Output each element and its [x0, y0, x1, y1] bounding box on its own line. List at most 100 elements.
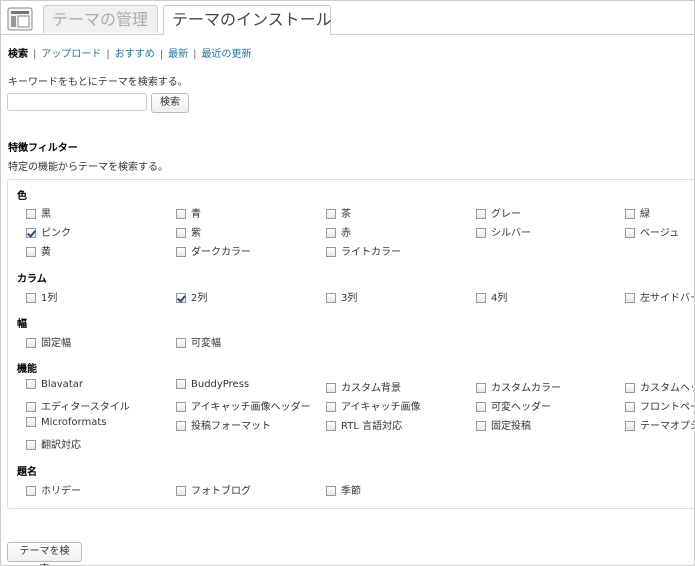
sub-navigation: 検索 | アップロード | おすすめ | 最新 | 最近の更新: [8, 49, 252, 60]
filter-option[interactable]: 黄: [26, 243, 51, 258]
checkbox[interactable]: [326, 383, 336, 393]
checkbox[interactable]: [476, 209, 486, 219]
checkbox[interactable]: [326, 293, 336, 303]
checkbox[interactable]: [176, 247, 186, 257]
filter-option[interactable]: 投稿フォーマット: [176, 417, 271, 432]
filter-option[interactable]: カスタム背景: [326, 379, 401, 394]
checkbox[interactable]: [26, 338, 36, 348]
group-title-columns: カラム: [17, 274, 47, 285]
group-title-color: 色: [17, 191, 27, 202]
filter-option[interactable]: 季節: [326, 482, 361, 497]
filter-option[interactable]: 3列: [326, 289, 357, 304]
filter-option[interactable]: アイキャッチ画像ヘッダー: [176, 398, 311, 413]
filter-option[interactable]: 茶: [326, 205, 351, 220]
filter-option[interactable]: Microformats: [26, 417, 107, 431]
search-hint: キーワードをもとにテーマを検索する。: [8, 77, 188, 88]
feature-filter-box: [7, 179, 694, 509]
filter-option[interactable]: グレー: [476, 205, 521, 220]
filter-option[interactable]: エディタースタイル: [26, 398, 130, 413]
checkbox[interactable]: [476, 402, 486, 412]
filter-option[interactable]: カスタムヘッダ: [625, 379, 694, 394]
checkbox[interactable]: [476, 293, 486, 303]
filter-option[interactable]: 紫: [176, 224, 201, 239]
checkbox[interactable]: [476, 383, 486, 393]
checkbox[interactable]: [176, 421, 186, 431]
checkbox[interactable]: [476, 421, 486, 431]
filter-option[interactable]: 可変幅: [176, 334, 221, 349]
filter-option[interactable]: カスタムカラー: [476, 379, 561, 394]
group-title-subject: 題名: [17, 467, 37, 478]
filter-option[interactable]: 青: [176, 205, 201, 220]
filter-option[interactable]: ベージュ: [625, 224, 679, 239]
checkbox[interactable]: [326, 209, 336, 219]
filter-option[interactable]: フロントページ: [625, 398, 694, 413]
find-themes-button[interactable]: テーマを検索: [7, 542, 82, 565]
checkbox[interactable]: [326, 228, 336, 238]
filter-option[interactable]: 左サイドバー: [625, 289, 694, 304]
checkbox[interactable]: [625, 228, 635, 238]
filter-option[interactable]: 可変ヘッダー: [476, 398, 551, 413]
checkbox[interactable]: [176, 209, 186, 219]
subnav-newest[interactable]: 最新: [168, 49, 188, 60]
checkbox[interactable]: [625, 209, 635, 219]
subnav-recently-updated[interactable]: 最近の更新: [202, 49, 252, 60]
filter-option[interactable]: ダークカラー: [176, 243, 251, 258]
feature-filter-title: 特徴フィルター: [8, 143, 78, 154]
filter-option[interactable]: 4列: [476, 289, 507, 304]
checkbox[interactable]: [625, 293, 635, 303]
filter-option[interactable]: ホリデー: [26, 482, 81, 497]
checkbox[interactable]: [326, 402, 336, 412]
group-title-width: 幅: [17, 319, 27, 330]
filter-option[interactable]: フォトブログ: [176, 482, 251, 497]
filter-option[interactable]: 1列: [26, 289, 57, 304]
filter-option[interactable]: ピンク: [26, 224, 71, 239]
checkbox[interactable]: [176, 486, 186, 496]
group-title-features: 機能: [17, 364, 37, 375]
filter-option[interactable]: シルバー: [476, 224, 531, 239]
checkbox[interactable]: [26, 402, 36, 412]
search-button[interactable]: 検索: [151, 93, 189, 113]
checkbox[interactable]: [476, 228, 486, 238]
checkbox[interactable]: [176, 379, 186, 389]
checkbox[interactable]: [326, 421, 336, 431]
tab-bar: テーマの管理 テーマのインストール: [1, 1, 694, 35]
checkbox[interactable]: [26, 379, 36, 389]
filter-option[interactable]: 緑: [625, 205, 650, 220]
filter-option[interactable]: 翻訳対応: [26, 436, 81, 451]
subnav-featured[interactable]: おすすめ: [115, 49, 155, 60]
checkbox[interactable]: [176, 338, 186, 348]
search-input[interactable]: [7, 93, 147, 111]
checkbox[interactable]: [176, 402, 186, 412]
checkbox[interactable]: [26, 417, 36, 427]
filter-option[interactable]: 赤: [326, 224, 351, 239]
checkbox[interactable]: [26, 440, 36, 450]
checkbox-checked[interactable]: [176, 293, 186, 303]
checkbox[interactable]: [26, 486, 36, 496]
filter-option[interactable]: 黒: [26, 205, 51, 220]
filter-option[interactable]: BuddyPress: [176, 379, 249, 393]
checkbox[interactable]: [26, 293, 36, 303]
checkbox[interactable]: [176, 228, 186, 238]
checkbox[interactable]: [625, 421, 635, 431]
subnav-search[interactable]: 検索: [8, 49, 28, 60]
filter-option[interactable]: Blavatar: [26, 379, 83, 393]
filter-option[interactable]: アイキャッチ画像: [326, 398, 421, 413]
filter-option[interactable]: 固定投稿: [476, 417, 531, 432]
checkbox[interactable]: [625, 402, 635, 412]
theme-layout-icon: [7, 7, 33, 31]
filter-option[interactable]: 2列: [176, 289, 207, 304]
subnav-upload[interactable]: アップロード: [41, 49, 101, 60]
filter-option[interactable]: 固定幅: [26, 334, 71, 349]
install-themes-panel: テーマの管理 テーマのインストール 検索 | アップロード | おすすめ | 最新 | 最近の更…: [0, 0, 695, 566]
checkbox[interactable]: [326, 486, 336, 496]
filter-option[interactable]: テーマオプシ: [625, 417, 694, 432]
checkbox[interactable]: [26, 247, 36, 257]
filter-option[interactable]: RTL 言語対応: [326, 417, 402, 432]
filter-option[interactable]: ライトカラー: [326, 243, 401, 258]
tab-install-themes[interactable]: テーマのインストール: [163, 5, 332, 35]
checkbox-checked[interactable]: [26, 228, 36, 238]
checkbox[interactable]: [326, 247, 336, 257]
checkbox[interactable]: [26, 209, 36, 219]
checkbox[interactable]: [625, 383, 635, 393]
tab-manage-themes[interactable]: テーマの管理: [43, 5, 158, 33]
